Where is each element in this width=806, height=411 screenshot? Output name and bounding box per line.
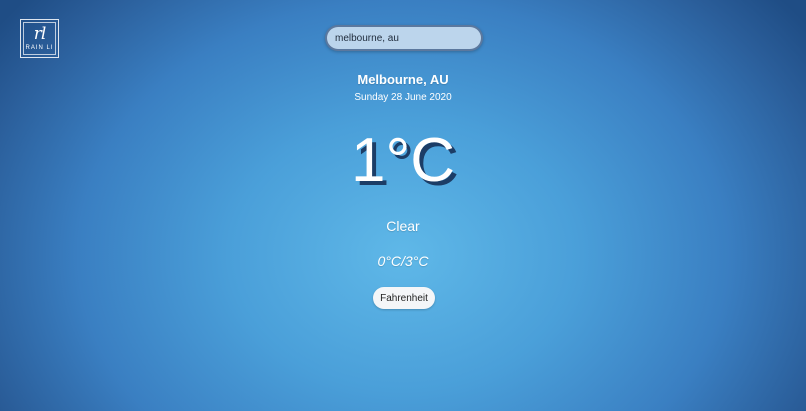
search-input[interactable] (327, 27, 481, 49)
temperature-range: 0°C/3°C (377, 253, 429, 269)
logo[interactable]: rl RAIN LI (20, 19, 59, 58)
logo-monogram: rl (33, 24, 47, 44)
location-title: Melbourne, AU (357, 72, 449, 87)
search-box[interactable] (325, 25, 483, 51)
weather-condition: Clear (386, 218, 420, 234)
logo-text: RAIN LI (25, 45, 54, 51)
fahrenheit-toggle-button[interactable]: Fahrenheit (373, 287, 435, 309)
current-temperature: 1°C (350, 126, 456, 195)
date-text: Sunday 28 June 2020 (354, 92, 452, 103)
logo-frame: rl RAIN LI (23, 22, 56, 55)
